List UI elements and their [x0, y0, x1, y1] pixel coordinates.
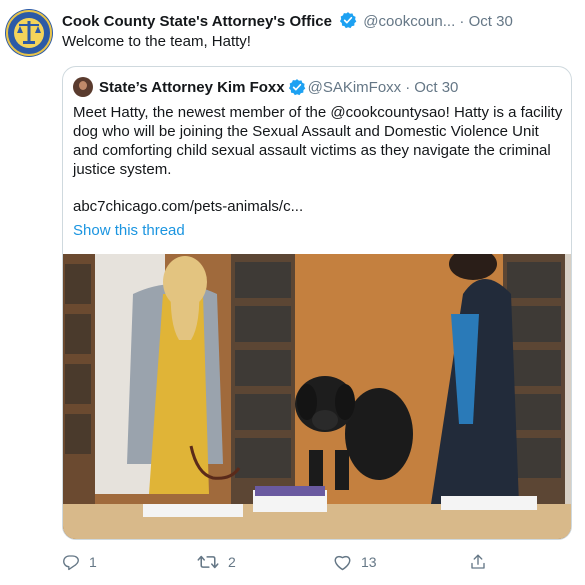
quoted-tweet-text: Meet Hatty, the newest member of the @co… [73, 104, 563, 178]
author-handle[interactable]: @cookcoun... [363, 13, 455, 30]
photo-dog-at-desk-icon [63, 254, 571, 539]
share-button[interactable] [469, 553, 487, 571]
quoted-author-avatar[interactable] [73, 77, 93, 97]
quoted-tweet-link[interactable]: abc7chicago.com/pets-animals/c... [73, 198, 303, 215]
retweet-icon [197, 555, 219, 569]
reply-count: 1 [89, 554, 97, 570]
like-count: 13 [361, 554, 377, 570]
quoted-author-handle[interactable]: @SAKimFoxx [308, 79, 402, 96]
quoted-tweet-time[interactable]: Oct 30 [414, 79, 458, 96]
quoted-tweet-header: State’s Attorney Kim Foxx @SAKimFoxx · O… [73, 77, 458, 97]
author-name[interactable]: Cook County State's Attorney's Office [62, 13, 332, 30]
retweet-button[interactable]: 2 [197, 553, 236, 571]
share-icon [471, 554, 485, 569]
retweet-count: 2 [228, 554, 236, 570]
tweet-time[interactable]: Oct 30 [469, 13, 513, 30]
author-avatar[interactable] [5, 9, 53, 57]
tweet-header: Cook County State's Attorney's Office @c… [62, 11, 577, 30]
verified-badge-icon [288, 79, 305, 96]
show-thread-link[interactable]: Show this thread [73, 222, 185, 239]
tweet-text: Welcome to the team, Hatty! [62, 33, 251, 50]
verified-badge-icon [340, 12, 357, 29]
quoted-author-name[interactable]: State’s Attorney Kim Foxx [99, 79, 285, 96]
reply-icon [63, 555, 79, 571]
heart-icon [334, 555, 351, 571]
cook-county-seal-icon [6, 10, 52, 56]
quoted-tweet[interactable]: State’s Attorney Kim Foxx @SAKimFoxx · O… [62, 66, 572, 540]
separator: · [459, 13, 465, 30]
tweet-actions: 1 2 13 [0, 553, 585, 577]
like-button[interactable]: 13 [333, 553, 377, 571]
separator: · [405, 78, 411, 96]
reply-button[interactable]: 1 [62, 553, 97, 571]
quoted-tweet-photo[interactable] [63, 254, 571, 539]
